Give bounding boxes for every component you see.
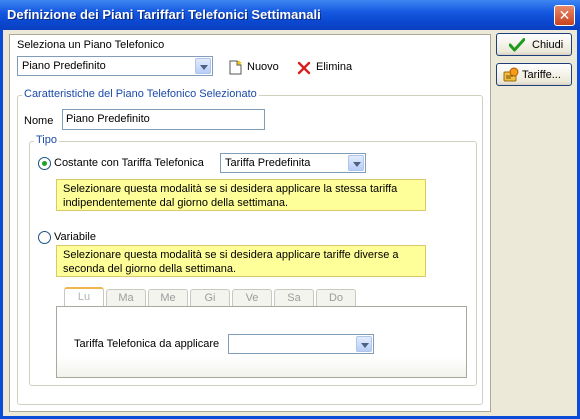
- delete-x-icon: [297, 61, 311, 75]
- chevron-down-icon[interactable]: [348, 155, 364, 171]
- plan-select-value: Piano Predefinito: [22, 60, 106, 72]
- constant-label[interactable]: Costante con Tariffa Telefonica: [54, 157, 204, 169]
- close-window-button[interactable]: ✕: [554, 5, 575, 26]
- title-bar[interactable]: Definizione dei Piani Tariffari Telefoni…: [0, 0, 580, 30]
- close-icon: ✕: [558, 7, 571, 23]
- main-panel: Seleziona un Piano Telefonico Piano Pred…: [9, 34, 491, 412]
- close-button[interactable]: Chiudi: [496, 33, 572, 56]
- tariffs-button[interactable]: Tariffe...: [496, 63, 572, 86]
- close-button-label: Chiudi: [532, 39, 564, 51]
- select-plan-label: Seleziona un Piano Telefonico: [17, 39, 165, 51]
- type-group-title: Tipo: [34, 134, 59, 146]
- variable-radio[interactable]: [38, 231, 51, 244]
- plan-name-input[interactable]: Piano Predefinito: [62, 109, 265, 130]
- constant-tariff-value: Tariffa Predefinita: [225, 157, 311, 169]
- day-tab-panel: Tariffa Telefonica da applicare: [56, 306, 467, 378]
- delete-plan-label: Elimina: [316, 61, 353, 73]
- tab-ve[interactable]: Ve: [232, 289, 272, 307]
- new-document-icon: [229, 60, 242, 75]
- checkmark-icon: [509, 38, 525, 52]
- variable-hint: Selezionare questa modalità se si deside…: [56, 245, 426, 277]
- day-tariff-label: Tariffa Telefonica da applicare: [74, 338, 220, 350]
- day-tariff-select[interactable]: [228, 334, 374, 354]
- plan-characteristics-title: Caratteristiche del Piano Telefonico Sel…: [22, 88, 259, 100]
- new-plan-label: Nuovo: [247, 61, 279, 73]
- tab-sa[interactable]: Sa: [274, 289, 314, 307]
- dialog-body: Seleziona un Piano Telefonico Piano Pred…: [3, 30, 577, 416]
- tab-gi[interactable]: Gi: [190, 289, 230, 307]
- tab-me[interactable]: Me: [148, 289, 188, 307]
- window-title: Definizione dei Piani Tariffari Telefoni…: [7, 7, 321, 22]
- constant-radio[interactable]: [38, 157, 51, 170]
- tab-do[interactable]: Do: [316, 289, 356, 307]
- plan-name-value: Piano Predefinito: [66, 113, 150, 125]
- constant-tariff-select[interactable]: Tariffa Predefinita: [220, 153, 366, 173]
- tariffs-icon: [503, 67, 519, 82]
- variable-label[interactable]: Variabile: [54, 231, 96, 243]
- name-label: Nome: [24, 115, 54, 127]
- tariffs-button-label: Tariffe...: [522, 69, 561, 81]
- chevron-down-icon[interactable]: [356, 336, 372, 352]
- plan-select[interactable]: Piano Predefinito: [17, 56, 213, 76]
- tab-lu[interactable]: Lu: [64, 287, 104, 307]
- chevron-down-icon[interactable]: [195, 58, 211, 74]
- new-plan-button[interactable]: Nuovo: [229, 60, 284, 76]
- tab-ma[interactable]: Ma: [106, 289, 146, 307]
- constant-hint: Selezionare questa modalità se si deside…: [56, 179, 426, 211]
- dialog-window: Definizione dei Piani Tariffari Telefoni…: [0, 0, 580, 419]
- delete-plan-button[interactable]: Elimina: [297, 60, 357, 76]
- day-tabs: Lu Ma Me Gi Ve Sa Do: [64, 287, 384, 307]
